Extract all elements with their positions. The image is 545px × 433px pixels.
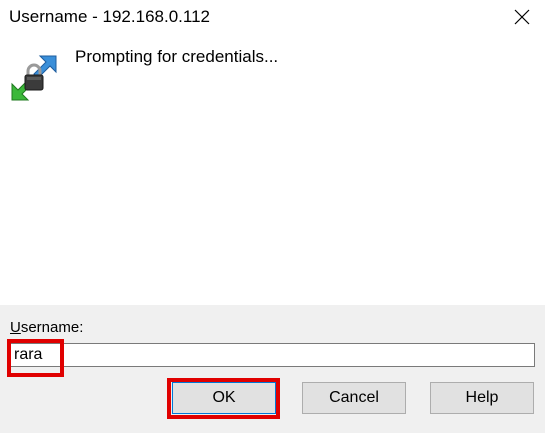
input-panel: Username: OK Cancel Help [0, 305, 545, 433]
close-icon [514, 9, 530, 25]
ok-button[interactable]: OK [172, 382, 276, 414]
credentials-transfer-icon [11, 55, 57, 101]
help-button[interactable]: Help [430, 382, 534, 414]
username-input[interactable] [10, 343, 535, 367]
credentials-dialog: Username - 192.168.0.112 Prompting for c… [0, 0, 545, 433]
username-label: Username: [10, 319, 83, 336]
cancel-button[interactable]: Cancel [302, 382, 406, 414]
window-title: Username - 192.168.0.112 [9, 7, 210, 26]
username-label-mnemonic: U [10, 319, 21, 336]
username-label-text: sername: [20, 319, 84, 336]
title-bar: Username - 192.168.0.112 [0, 0, 545, 36]
status-message: Prompting for credentials... [75, 47, 279, 66]
close-button[interactable] [499, 0, 545, 34]
